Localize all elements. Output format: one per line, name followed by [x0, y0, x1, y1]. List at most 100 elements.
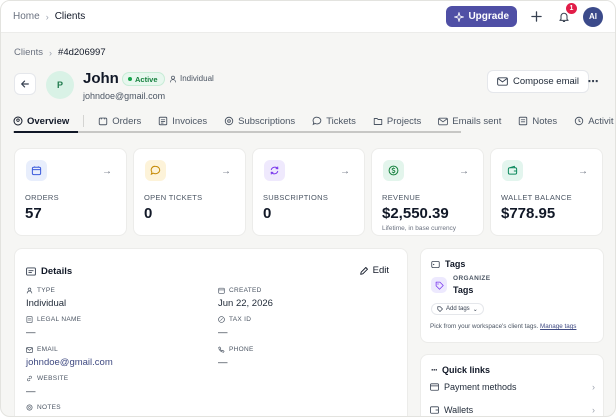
upgrade-button[interactable]: Upgrade	[446, 6, 517, 27]
notifications-button[interactable]: 1	[555, 2, 577, 26]
quick-links-title: ··· Quick links	[431, 365, 490, 375]
user-icon	[26, 287, 33, 294]
stat-label: REVENUE	[382, 193, 421, 202]
tab-projects[interactable]: Projects	[373, 116, 421, 127]
back-button[interactable]	[14, 73, 36, 95]
stat-value: 57	[25, 205, 42, 222]
stat-card-subscriptions[interactable]: → SUBSCRIPTIONS 0	[252, 148, 365, 236]
credit-card-icon	[430, 383, 439, 391]
email-link[interactable]: johndoe@gmail.com	[26, 357, 113, 368]
settings-icon	[26, 404, 33, 411]
organize-name: Tags	[453, 285, 474, 295]
breadcrumb-clients-link[interactable]: Clients	[14, 47, 43, 58]
overview-icon	[13, 116, 23, 126]
field-website: WEBSITE —	[26, 375, 68, 397]
field-label: CREATED	[229, 287, 262, 294]
tab-overview[interactable]: Overview	[13, 116, 69, 127]
mail-icon	[26, 346, 33, 353]
stat-card-revenue[interactable]: → REVENUE $2,550.39 Lifetime, in base cu…	[371, 148, 484, 236]
percent-icon	[218, 316, 225, 323]
status-label: Active	[135, 74, 158, 84]
add-tags-dropdown[interactable]: Add tags ⌄	[431, 303, 484, 315]
stat-subtext: Lifetime, in base currency	[382, 225, 457, 232]
edit-button[interactable]: Edit	[359, 265, 389, 276]
tag-icon	[431, 277, 447, 293]
stat-value: $778.95	[501, 205, 556, 222]
tab-bar: Overview Orders Invoices Subscriptions T…	[13, 115, 615, 127]
tab-scrollbar[interactable]	[13, 131, 461, 133]
breadcrumb-home[interactable]: Home	[13, 11, 40, 22]
field-created: CREATED Jun 22, 2026	[218, 287, 273, 309]
stat-card-open-tickets[interactable]: → OPEN TICKETS 0	[133, 148, 246, 236]
quick-link-wallets[interactable]: Wallets ›	[430, 405, 595, 415]
field-label: WEBSITE	[37, 375, 69, 382]
user-avatar[interactable]: AI	[583, 6, 603, 27]
wallet-icon	[502, 160, 523, 181]
field-value: —	[218, 327, 228, 338]
field-value: —	[26, 386, 36, 397]
status-dot-icon	[128, 77, 132, 81]
tag-icon	[437, 306, 443, 312]
notes-icon	[518, 116, 528, 126]
arrow-right-icon: →	[102, 166, 112, 177]
field-label: NOTES	[37, 404, 61, 411]
phone-icon	[218, 346, 225, 353]
add-button[interactable]	[527, 8, 545, 26]
revenue-icon	[383, 160, 404, 181]
tags-help-text: Pick from your workspace's client tags. …	[430, 323, 576, 330]
chevron-right-icon: ›	[592, 405, 595, 415]
details-title: Details	[26, 266, 72, 277]
notification-badge: 1	[566, 2, 577, 14]
tab-notes[interactable]: Notes	[518, 116, 557, 127]
activity-icon	[574, 116, 584, 126]
field-phone: PHONE —	[218, 346, 254, 368]
user-icon	[169, 75, 177, 83]
field-value: —	[218, 357, 228, 368]
mail-icon	[497, 77, 508, 86]
tab-orders[interactable]: Orders	[98, 116, 141, 127]
add-tags-label: Add tags	[446, 306, 470, 312]
breadcrumb-clients[interactable]: Clients	[55, 11, 86, 22]
client-name: John	[83, 70, 119, 87]
status-badge: Active	[122, 72, 165, 86]
stat-card-wallet-balance[interactable]: → WALLET BALANCE $778.95	[490, 148, 603, 236]
stat-label: OPEN TICKETS	[144, 193, 203, 202]
more-options-button[interactable]: ⋯	[585, 73, 601, 89]
tickets-icon	[145, 160, 166, 181]
stat-card-orders[interactable]: → ORDERS 57	[14, 148, 127, 236]
field-label: LEGAL NAME	[37, 316, 82, 323]
tab-label: Activit	[588, 115, 614, 127]
tab-subscriptions[interactable]: Subscriptions	[224, 116, 295, 127]
plus-icon	[530, 11, 542, 22]
wallet-icon	[430, 406, 439, 414]
details-panel: Details Edit TYPE Individual CREATED Jun…	[14, 248, 408, 416]
top-bar: Home › Clients Upgrade 1 AI	[1, 1, 615, 33]
quick-links-title-label: Quick links	[442, 365, 491, 375]
tab-active-indicator	[14, 131, 78, 133]
manage-tags-link[interactable]: Manage tags	[540, 323, 576, 330]
tab-emails-sent[interactable]: Emails sent	[438, 116, 501, 127]
quick-link-payment-methods[interactable]: Payment methods ›	[430, 382, 595, 392]
tab-activity[interactable]: Activit	[574, 115, 614, 127]
compose-email-button[interactable]: Compose email	[487, 70, 589, 93]
tag-icon	[431, 260, 440, 269]
tags-panel: Tags ORGANIZE Tags Add tags ⌄ Pick from …	[420, 248, 604, 343]
client-email: johndoe@gmail.com	[83, 91, 166, 101]
field-tax-id: TAX ID —	[218, 316, 251, 338]
tab-invoices[interactable]: Invoices	[158, 116, 207, 127]
tab-label: Emails sent	[452, 115, 502, 127]
tab-label: Notes	[532, 115, 558, 127]
stat-value: 0	[144, 205, 153, 222]
subscriptions-icon	[264, 160, 285, 181]
document-icon	[26, 316, 33, 323]
details-title-label: Details	[41, 266, 73, 277]
arrow-left-icon	[20, 79, 30, 89]
arrow-right-icon: →	[578, 166, 588, 177]
tab-tickets[interactable]: Tickets	[312, 116, 356, 127]
field-label: EMAIL	[37, 346, 59, 353]
stat-label: WALLET BALANCE	[501, 193, 572, 202]
client-id: #4d206997	[58, 47, 106, 58]
arrow-right-icon: →	[459, 166, 469, 177]
stat-label: SUBSCRIPTIONS	[263, 193, 329, 202]
chevron-right-icon: ›	[45, 11, 49, 22]
